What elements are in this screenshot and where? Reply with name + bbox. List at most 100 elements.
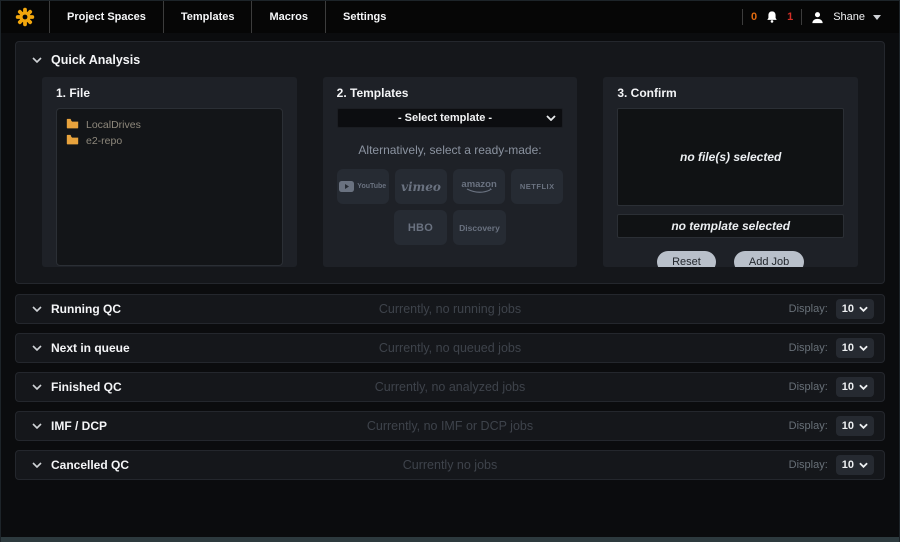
folder-localdrives[interactable]: LocalDrives bbox=[66, 117, 273, 133]
template-select[interactable]: - Select template - bbox=[337, 108, 564, 128]
section-title: IMF / DCP bbox=[51, 419, 107, 433]
display-count-value: 10 bbox=[842, 459, 854, 471]
selected-files-box: no file(s) selected bbox=[617, 108, 844, 206]
templates-panel-title: 2. Templates bbox=[337, 86, 564, 100]
chevron-down-icon bbox=[32, 57, 42, 63]
section-status: Currently, no running jobs bbox=[16, 302, 884, 316]
brand-netflix-button[interactable]: NETFLIX bbox=[511, 169, 563, 204]
add-job-button[interactable]: Add Job bbox=[734, 251, 804, 267]
section-status: Currently, no analyzed jobs bbox=[16, 380, 884, 394]
display-control: Display: 10 bbox=[789, 299, 874, 319]
app-window: Project Spaces Templates Macros Settings… bbox=[0, 0, 900, 542]
brand-hbo-button[interactable]: HBO bbox=[394, 210, 447, 245]
reset-button[interactable]: Reset bbox=[657, 251, 716, 267]
display-label: Display: bbox=[789, 381, 828, 393]
display-count-select[interactable]: 10 bbox=[836, 299, 874, 319]
template-select-value: - Select template - bbox=[344, 112, 547, 124]
main-nav: Project Spaces Templates Macros Settings bbox=[49, 1, 403, 33]
notification-count-right: 1 bbox=[787, 11, 793, 23]
chevron-down-icon bbox=[32, 345, 42, 351]
display-count-value: 10 bbox=[842, 303, 854, 315]
section-header[interactable]: Next in queue bbox=[32, 341, 130, 355]
nav-macros[interactable]: Macros bbox=[251, 1, 325, 33]
section-title: Next in queue bbox=[51, 341, 130, 355]
folder-e2-repo[interactable]: e2-repo bbox=[66, 133, 273, 149]
section-running-qc: Running QC Currently, no running jobs Di… bbox=[15, 294, 885, 324]
bottom-border-strip bbox=[1, 537, 899, 542]
divider bbox=[742, 9, 743, 25]
app-logo-gear-icon[interactable] bbox=[1, 7, 49, 27]
section-title: Cancelled QC bbox=[51, 458, 129, 472]
confirm-panel: 3. Confirm no file(s) selected no templa… bbox=[603, 77, 858, 267]
confirm-actions: Reset Add Job bbox=[617, 251, 844, 267]
brand-amazon-button[interactable]: amazon bbox=[453, 169, 505, 204]
amazon-smile-icon bbox=[466, 188, 492, 194]
selected-template-box: no template selected bbox=[617, 214, 844, 238]
section-imf-dcp: IMF / DCP Currently, no IMF or DCP jobs … bbox=[15, 411, 885, 441]
display-control: Display: 10 bbox=[789, 338, 874, 358]
section-status: Currently, no IMF or DCP jobs bbox=[16, 419, 884, 433]
section-header[interactable]: IMF / DCP bbox=[32, 419, 107, 433]
section-header[interactable]: Finished QC bbox=[32, 380, 122, 394]
brand-row-1: YouTube vimeo amazon NETFLIX bbox=[337, 169, 564, 204]
quick-analysis-section: Quick Analysis 1. File LocalDrives bbox=[15, 41, 885, 284]
section-cancelled-qc: Cancelled QC Currently no jobs Display: … bbox=[15, 450, 885, 480]
display-control: Display: 10 bbox=[789, 377, 874, 397]
display-count-value: 10 bbox=[842, 381, 854, 393]
brand-row-2: HBO Discovery bbox=[337, 210, 564, 245]
display-count-value: 10 bbox=[842, 420, 854, 432]
caret-down-icon bbox=[873, 15, 881, 20]
display-label: Display: bbox=[789, 342, 828, 354]
section-status: Currently no jobs bbox=[16, 458, 884, 472]
user-menu[interactable]: Shane bbox=[833, 11, 865, 23]
folder-label: e2-repo bbox=[86, 135, 122, 147]
quick-analysis-title: Quick Analysis bbox=[51, 53, 140, 67]
brand-youtube-button[interactable]: YouTube bbox=[337, 169, 389, 204]
quick-analysis-panels: 1. File LocalDrives e2-repo bbox=[16, 75, 884, 279]
file-panel-title: 1. File bbox=[56, 86, 283, 100]
section-title: Finished QC bbox=[51, 380, 122, 394]
display-count-select[interactable]: 10 bbox=[836, 377, 874, 397]
section-next-in-queue: Next in queue Currently, no queued jobs … bbox=[15, 333, 885, 363]
section-header[interactable]: Running QC bbox=[32, 302, 121, 316]
section-status: Currently, no queued jobs bbox=[16, 341, 884, 355]
navbar-right: 0 1 Shane bbox=[742, 9, 899, 25]
display-count-select[interactable]: 10 bbox=[836, 455, 874, 475]
top-navbar: Project Spaces Templates Macros Settings… bbox=[1, 1, 899, 33]
chevron-down-icon bbox=[32, 462, 42, 468]
folder-icon bbox=[66, 132, 79, 150]
brand-discovery-button[interactable]: Discovery bbox=[453, 210, 506, 245]
bell-icon[interactable] bbox=[765, 10, 779, 24]
nav-settings[interactable]: Settings bbox=[325, 1, 403, 33]
brand-vimeo-button[interactable]: vimeo bbox=[395, 169, 447, 204]
display-count-select[interactable]: 10 bbox=[836, 338, 874, 358]
notification-count-left: 0 bbox=[751, 11, 757, 23]
nav-project-spaces[interactable]: Project Spaces bbox=[49, 1, 163, 33]
section-title: Running QC bbox=[51, 302, 121, 316]
file-panel: 1. File LocalDrives e2-repo bbox=[42, 77, 297, 267]
no-template-text: no template selected bbox=[671, 219, 790, 233]
confirm-panel-title: 3. Confirm bbox=[617, 86, 844, 100]
no-files-text: no file(s) selected bbox=[680, 150, 781, 164]
display-label: Display: bbox=[789, 303, 828, 315]
chevron-down-icon bbox=[32, 423, 42, 429]
nav-templates[interactable]: Templates bbox=[163, 1, 252, 33]
quick-analysis-header[interactable]: Quick Analysis bbox=[16, 42, 884, 75]
display-control: Display: 10 bbox=[789, 416, 874, 436]
section-finished-qc: Finished QC Currently, no analyzed jobs … bbox=[15, 372, 885, 402]
chevron-down-icon bbox=[32, 306, 42, 312]
file-tree[interactable]: LocalDrives e2-repo bbox=[56, 108, 283, 266]
display-count-value: 10 bbox=[842, 342, 854, 354]
main-content: Quick Analysis 1. File LocalDrives bbox=[1, 33, 899, 480]
ready-made-hint: Alternatively, select a ready-made: bbox=[337, 143, 564, 157]
brand-label: YouTube bbox=[357, 183, 386, 190]
display-count-select[interactable]: 10 bbox=[836, 416, 874, 436]
divider bbox=[801, 9, 802, 25]
folder-label: LocalDrives bbox=[86, 119, 141, 131]
section-header[interactable]: Cancelled QC bbox=[32, 458, 129, 472]
user-icon bbox=[810, 10, 825, 25]
chevron-down-icon bbox=[32, 384, 42, 390]
display-label: Display: bbox=[789, 459, 828, 471]
templates-panel: 2. Templates - Select template - Alterna… bbox=[323, 77, 578, 267]
youtube-play-icon bbox=[339, 181, 354, 192]
